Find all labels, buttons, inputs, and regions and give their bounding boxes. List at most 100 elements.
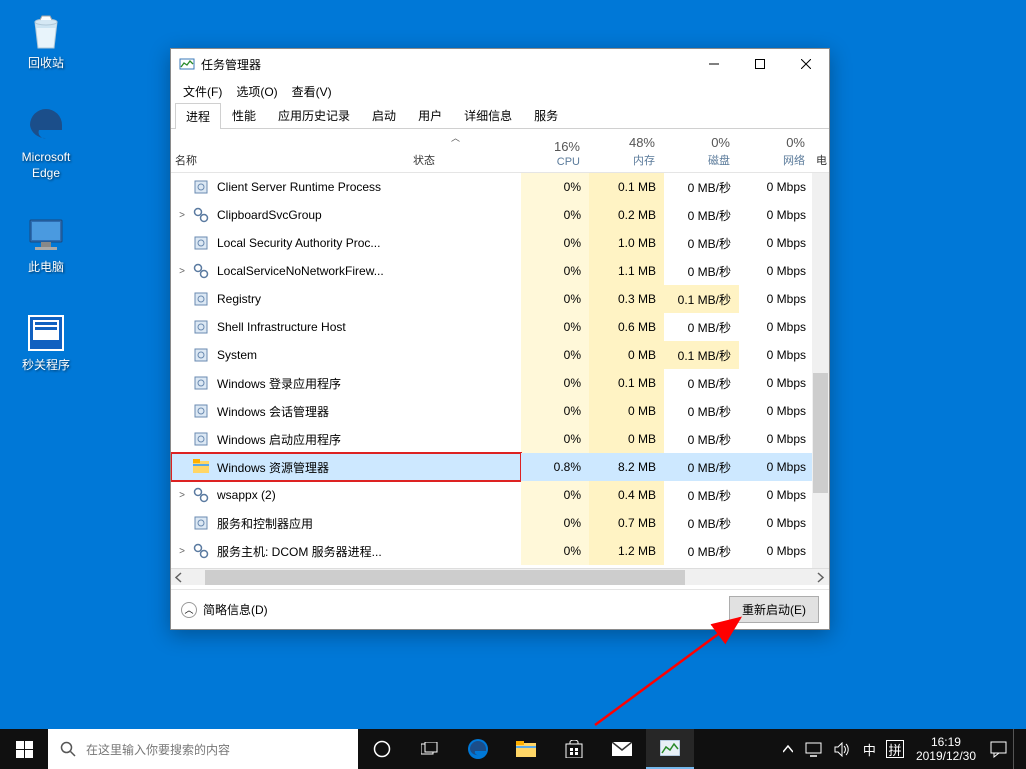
fewer-details-icon[interactable]: ︿ — [181, 602, 197, 618]
mem-value: 8.2 MB — [589, 453, 664, 481]
taskbar-edge-icon[interactable] — [454, 729, 502, 769]
taskbar-store-icon[interactable] — [550, 729, 598, 769]
mem-value: 0 MB — [589, 425, 664, 453]
process-icon — [193, 459, 209, 475]
restart-button[interactable]: 重新启动(E) — [729, 596, 819, 623]
process-row[interactable]: 服务和控制器应用0%0.7 MB0 MB/秒0 Mbps — [171, 509, 829, 537]
cpu-value: 0% — [521, 481, 589, 509]
mem-value: 0.1 MB — [589, 173, 664, 201]
col-net[interactable]: 0%网络 — [739, 129, 814, 172]
process-row[interactable]: Registry0%0.3 MB0.1 MB/秒0 Mbps — [171, 285, 829, 313]
cpu-value: 0% — [521, 285, 589, 313]
tray-ime-lang[interactable]: 中 — [857, 729, 882, 769]
col-power[interactable]: 电 — [814, 129, 829, 172]
taskbar-mail-icon[interactable] — [598, 729, 646, 769]
process-name: Client Server Runtime Process — [171, 173, 521, 201]
process-row[interactable]: Windows 会话管理器0%0 MB0 MB/秒0 Mbps — [171, 397, 829, 425]
expand-icon[interactable]: > — [175, 266, 189, 277]
process-icon — [193, 487, 209, 503]
net-value: 0 Mbps — [739, 453, 814, 481]
disk-value: 0 MB/秒 — [664, 397, 739, 425]
net-value: 0 Mbps — [739, 313, 814, 341]
horizontal-scrollbar[interactable] — [171, 568, 829, 585]
vertical-scrollbar[interactable] — [812, 173, 829, 568]
process-row[interactable]: Windows 资源管理器0.8%8.2 MB0 MB/秒0 Mbps — [171, 453, 829, 481]
taskbar-taskmgr-icon[interactable] — [646, 729, 694, 769]
expand-icon[interactable]: > — [175, 210, 189, 221]
minimize-button[interactable] — [691, 49, 737, 79]
tray-time: 16:19 — [916, 735, 976, 749]
search-box[interactable]: 在这里输入你要搜索的内容 — [48, 729, 358, 769]
net-value: 0 Mbps — [739, 201, 814, 229]
process-row[interactable]: >ClipboardSvcGroup0%0.2 MB0 MB/秒0 Mbps — [171, 201, 829, 229]
process-row[interactable]: Windows 启动应用程序0%0 MB0 MB/秒0 Mbps — [171, 425, 829, 453]
col-disk[interactable]: 0%磁盘 — [664, 129, 739, 172]
process-row[interactable]: Windows 登录应用程序0%0.1 MB0 MB/秒0 Mbps — [171, 369, 829, 397]
start-button[interactable] — [0, 729, 48, 769]
col-name[interactable]: 名称 — [171, 129, 409, 172]
taskbar: 在这里输入你要搜索的内容 中 拼 16:19 2019/12/30 — [0, 729, 1026, 769]
tab-3[interactable]: 启动 — [361, 102, 407, 128]
process-row[interactable]: System0%0 MB0.1 MB/秒0 Mbps — [171, 341, 829, 369]
close-button[interactable] — [783, 49, 829, 79]
tab-0[interactable]: 进程 — [175, 103, 221, 129]
process-icon — [193, 319, 209, 335]
process-name: >ClipboardSvcGroup — [171, 201, 521, 229]
fewer-details-label[interactable]: 简略信息(D) — [203, 601, 268, 618]
expand-icon[interactable]: > — [175, 490, 189, 501]
process-row[interactable]: Local Security Authority Proc...0%1.0 MB… — [171, 229, 829, 257]
mem-value: 1.0 MB — [589, 229, 664, 257]
cpu-value: 0% — [521, 257, 589, 285]
titlebar[interactable]: 任务管理器 — [171, 49, 829, 79]
disk-value: 0 MB/秒 — [664, 481, 739, 509]
tray-volume-icon[interactable] — [828, 729, 857, 769]
tab-1[interactable]: 性能 — [221, 102, 267, 128]
process-row[interactable]: Client Server Runtime Process0%0.1 MB0 M… — [171, 173, 829, 201]
tray-chevron-icon[interactable] — [777, 729, 799, 769]
mem-value: 0.2 MB — [589, 201, 664, 229]
maximize-button[interactable] — [737, 49, 783, 79]
col-cpu[interactable]: 16%CPU — [521, 129, 589, 172]
tab-6[interactable]: 服务 — [523, 102, 569, 128]
tray-network-icon[interactable] — [799, 729, 828, 769]
taskbar-explorer-icon[interactable] — [502, 729, 550, 769]
process-row[interactable]: >wsappx (2)0%0.4 MB0 MB/秒0 Mbps — [171, 481, 829, 509]
search-icon — [60, 741, 76, 757]
cpu-value: 0% — [521, 397, 589, 425]
desktop-this-pc[interactable]: 此电脑 — [8, 214, 84, 276]
desktop-sec-program[interactable]: 秒关程序 — [8, 312, 84, 374]
net-value: 0 Mbps — [739, 257, 814, 285]
process-row[interactable]: Shell Infrastructure Host0%0.6 MB0 MB/秒0… — [171, 313, 829, 341]
tabbar: 进程性能应用历史记录启动用户详细信息服务 — [171, 103, 829, 129]
process-icon — [193, 515, 209, 531]
cortana-icon[interactable] — [358, 729, 406, 769]
mem-value: 0 MB — [589, 341, 664, 369]
tray-ime-mode[interactable]: 拼 — [886, 740, 904, 758]
net-value: 0 Mbps — [739, 397, 814, 425]
disk-value: 0 MB/秒 — [664, 425, 739, 453]
show-desktop-button[interactable] — [1013, 729, 1026, 769]
window-footer: ︿ 简略信息(D) 重新启动(E) — [171, 589, 829, 629]
process-name: Shell Infrastructure Host — [171, 313, 521, 341]
tray-clock[interactable]: 16:19 2019/12/30 — [908, 735, 984, 764]
desktop-edge[interactable]: MicrosoftEdge — [8, 104, 84, 181]
cpu-value: 0.8% — [521, 453, 589, 481]
col-mem[interactable]: 48%内存 — [589, 129, 664, 172]
col-status[interactable]: 状态 — [409, 129, 521, 172]
expand-icon[interactable]: > — [175, 546, 189, 557]
desktop-recycle-bin[interactable]: 回收站 — [8, 10, 84, 72]
tab-5[interactable]: 详细信息 — [453, 102, 523, 128]
menu-item-0[interactable]: 文件(F) — [177, 81, 228, 102]
process-row[interactable]: >服务主机: DCOM 服务器进程...0%1.2 MB0 MB/秒0 Mbps — [171, 537, 829, 565]
mem-value: 0.7 MB — [589, 509, 664, 537]
tray-notifications-icon[interactable] — [984, 729, 1013, 769]
tab-4[interactable]: 用户 — [407, 102, 453, 128]
process-name: Windows 会话管理器 — [171, 397, 521, 425]
menu-item-1[interactable]: 选项(O) — [230, 81, 283, 102]
cpu-value: 0% — [521, 313, 589, 341]
task-view-icon[interactable] — [406, 729, 454, 769]
tab-2[interactable]: 应用历史记录 — [267, 102, 361, 128]
menu-item-2[interactable]: 查看(V) — [286, 81, 338, 102]
process-row[interactable]: >LocalServiceNoNetworkFirew...0%1.1 MB0 … — [171, 257, 829, 285]
app-icon — [179, 56, 195, 72]
